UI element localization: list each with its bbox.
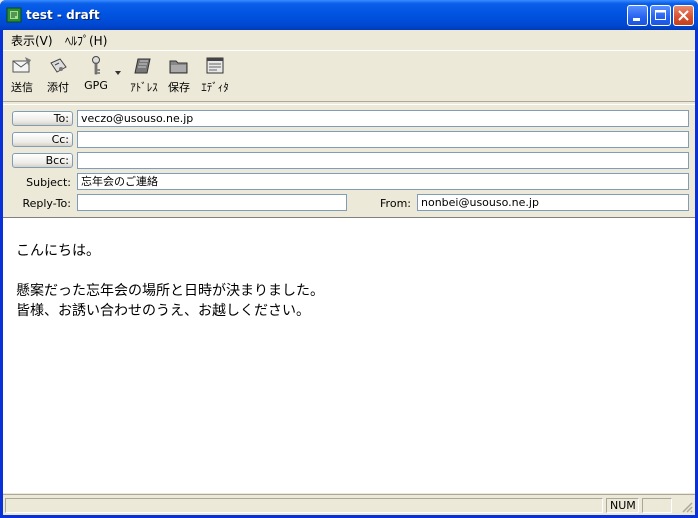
menu-view[interactable]: 表示(V) <box>11 32 53 49</box>
app-icon <box>6 7 22 23</box>
body-line: 皆様、お誘い合わせのうえ、お越しください。 <box>16 303 310 319</box>
address-book-icon <box>134 58 151 74</box>
save-button[interactable]: 保存 <box>166 55 192 95</box>
status-pane-empty <box>642 498 672 513</box>
cc-button[interactable]: Cc: <box>12 132 73 147</box>
menu-bar: 表示(V) ﾍﾙﾌﾟ(H) <box>3 30 695 49</box>
editor-label: ｴﾃﾞｨﾀ <box>201 81 229 94</box>
reply-to-field[interactable] <box>77 194 347 211</box>
num-lock-indicator: NUM <box>606 498 639 513</box>
mail-compose-window: test - draft 表示(V) ﾍﾙﾌﾟ(H) 送信 添付 GPG ｱﾄﾞ… <box>0 0 698 518</box>
close-button[interactable] <box>673 5 694 26</box>
window-title: test - draft <box>26 8 100 22</box>
key-icon <box>92 56 100 75</box>
status-bar: NUM <box>3 494 695 516</box>
message-body[interactable]: こんにちは。 懸案だった忘年会の場所と日時が決まりました。 皆様、お誘い合わせの… <box>3 217 695 493</box>
save-label: 保存 <box>168 81 190 94</box>
maximize-button[interactable] <box>650 5 671 26</box>
toolbar: 送信 添付 GPG ｱﾄﾞﾚｽ 保存 ｴﾃﾞｨﾀ <box>3 50 695 101</box>
bcc-field[interactable] <box>77 152 689 169</box>
gpg-dropdown-icon[interactable] <box>115 71 122 76</box>
close-icon <box>678 10 689 21</box>
gpg-label: GPG <box>84 79 108 92</box>
reply-to-label: Reply-To: <box>22 197 71 210</box>
folder-icon <box>169 60 188 74</box>
send-label: 送信 <box>11 81 33 94</box>
address-button[interactable]: ｱﾄﾞﾚｽ <box>129 55 159 95</box>
to-button[interactable]: To: <box>12 111 73 126</box>
subject-label: Subject: <box>26 176 71 189</box>
editor-button[interactable]: ｴﾃﾞｨﾀ <box>199 55 231 95</box>
attach-label: 添付 <box>47 81 69 94</box>
gpg-button[interactable]: GPG <box>83 55 109 92</box>
bcc-button[interactable]: Bcc: <box>12 153 73 168</box>
body-line: 懸案だった忘年会の場所と日時が決まりました。 <box>16 283 324 299</box>
menu-help[interactable]: ﾍﾙﾌﾟ(H) <box>65 32 107 49</box>
status-message <box>5 498 603 513</box>
send-icon <box>12 57 31 73</box>
resize-grip-icon[interactable] <box>681 501 693 513</box>
header-separator <box>3 101 695 105</box>
cc-field[interactable] <box>77 131 689 148</box>
minimize-button[interactable] <box>627 5 648 26</box>
editor-icon <box>206 57 224 74</box>
address-label: ｱﾄﾞﾚｽ <box>130 81 158 94</box>
body-line: こんにちは。 <box>16 243 100 259</box>
attach-button[interactable]: 添付 <box>45 55 71 95</box>
send-button[interactable]: 送信 <box>9 55 35 95</box>
subject-field[interactable]: 忘年会のご連絡 <box>77 173 689 190</box>
attach-icon <box>50 58 67 73</box>
to-field[interactable]: veczo@usouso.ne.jp <box>77 110 689 127</box>
title-bar[interactable]: test - draft <box>0 0 698 30</box>
maximize-icon <box>655 10 666 20</box>
from-label: From: <box>380 197 411 210</box>
minimize-icon <box>633 18 640 21</box>
from-field[interactable]: nonbei@usouso.ne.jp <box>417 194 689 211</box>
